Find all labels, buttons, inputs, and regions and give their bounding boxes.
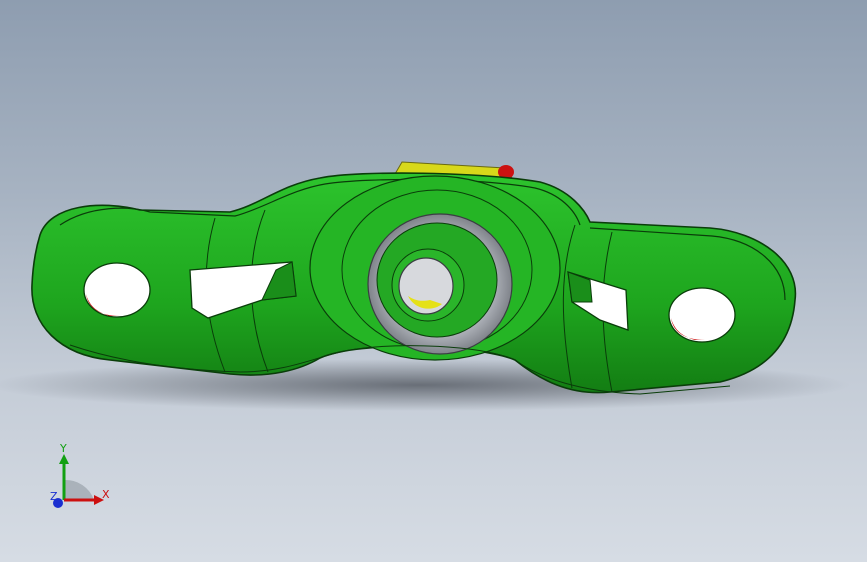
triad-quadrant [64,479,94,500]
axis-triad: Y X Z [50,442,110,508]
right-mounting-hole[interactable] [668,287,736,343]
y-axis-label: Y [59,442,67,455]
x-axis-label: X [102,488,110,501]
z-axis-label: Z [50,490,58,503]
y-axis-arrow [59,454,69,464]
graphics-viewport[interactable]: Y X Z [0,0,867,562]
left-mounting-hole[interactable] [83,262,151,318]
bearing-model[interactable] [0,0,867,562]
